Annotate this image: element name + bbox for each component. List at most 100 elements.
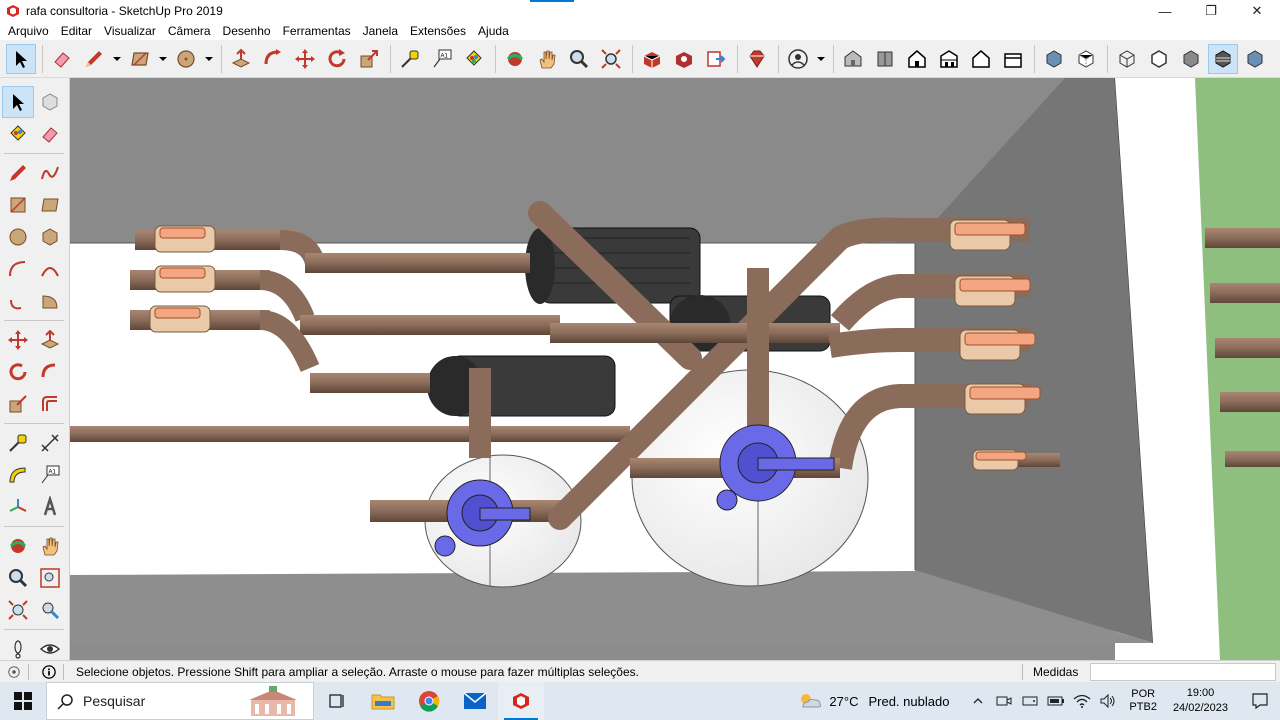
zoom-extents-tool[interactable]: [2, 594, 34, 626]
circle-tool-dropdown[interactable]: [203, 44, 215, 74]
zoom-tool[interactable]: [2, 562, 34, 594]
pan-tool-button[interactable]: [532, 44, 562, 74]
circle-tool-button[interactable]: [171, 44, 201, 74]
text-tool-button[interactable]: A1: [427, 44, 457, 74]
eraser-tool-button[interactable]: [47, 44, 77, 74]
valve-suction-2[interactable]: [154, 265, 216, 293]
file-explorer-button[interactable]: [360, 682, 406, 720]
input-language-button[interactable]: POR PTB2: [1129, 688, 1157, 714]
weather-temperature[interactable]: 27°C: [829, 694, 858, 709]
network-drive-button[interactable]: [1019, 682, 1041, 720]
circle-tool[interactable]: [2, 221, 34, 253]
push-pull-tool[interactable]: [34, 324, 66, 356]
menu-camera[interactable]: Câmera: [162, 24, 217, 38]
measurements-input[interactable]: [1090, 663, 1276, 681]
minimize-button[interactable]: —: [1142, 0, 1188, 22]
sketchup-taskbar-button[interactable]: [498, 682, 544, 720]
style-shaded-button[interactable]: [1176, 44, 1206, 74]
pie-tool[interactable]: [34, 285, 66, 317]
weather-description[interactable]: Pred. nublado: [868, 694, 949, 709]
battery-button[interactable]: [1045, 682, 1067, 720]
tape-measure-tool[interactable]: [2, 427, 34, 459]
close-button[interactable]: ✕: [1234, 0, 1280, 22]
line-tool-button[interactable]: [79, 44, 109, 74]
style-wireframe-button[interactable]: [1112, 44, 1142, 74]
select-tool-button[interactable]: [6, 43, 36, 74]
style-hidden-line-button[interactable]: [1144, 44, 1174, 74]
menu-janela[interactable]: Janela: [357, 24, 404, 38]
menu-visualizar[interactable]: Visualizar: [98, 24, 162, 38]
menu-arquivo[interactable]: Arquivo: [2, 24, 55, 38]
maximize-button[interactable]: ❐: [1188, 0, 1234, 22]
rotated-rectangle-tool[interactable]: [34, 189, 66, 221]
zoom-extents-tool-button[interactable]: [596, 44, 626, 74]
rotate-tool[interactable]: [2, 356, 34, 388]
orbit-tool[interactable]: [2, 530, 34, 562]
view-back-button[interactable]: [966, 44, 996, 74]
view-top-button[interactable]: [870, 44, 900, 74]
extension-warehouse-button[interactable]: [669, 44, 699, 74]
rectangle-tool-dropdown[interactable]: [157, 44, 169, 74]
view-right-button[interactable]: [934, 44, 964, 74]
freehand-tool[interactable]: [34, 157, 66, 189]
axes-tool[interactable]: [2, 491, 34, 523]
rectangle-tool[interactable]: [2, 189, 34, 221]
eraser-tool[interactable]: [34, 118, 66, 150]
geo-location-icon[interactable]: [6, 664, 22, 680]
move-tool-button[interactable]: [290, 44, 320, 74]
clock-button[interactable]: 19:00 24/02/2023: [1173, 686, 1228, 716]
menu-desenho[interactable]: Desenho: [217, 24, 277, 38]
extension-manager-button[interactable]: [742, 44, 772, 74]
layout-send-button[interactable]: [701, 44, 731, 74]
scale-tool[interactable]: [2, 388, 34, 420]
line-tool[interactable]: [2, 157, 34, 189]
style-xray-button[interactable]: [1039, 44, 1069, 74]
show-hidden-icons-button[interactable]: [967, 682, 989, 720]
zoom-tool-button[interactable]: [564, 44, 594, 74]
dimension-tool[interactable]: [34, 427, 66, 459]
view-front-button[interactable]: [902, 44, 932, 74]
meet-now-button[interactable]: [993, 682, 1015, 720]
paint-bucket-tool-button[interactable]: [459, 44, 489, 74]
pan-tool[interactable]: [34, 530, 66, 562]
account-dropdown[interactable]: [815, 44, 827, 74]
arc-tool[interactable]: [2, 253, 34, 285]
menu-editar[interactable]: Editar: [55, 24, 98, 38]
previous-view-tool[interactable]: [34, 594, 66, 626]
account-button[interactable]: [783, 44, 813, 74]
polygon-tool[interactable]: [34, 221, 66, 253]
valve-suction-3[interactable]: [149, 305, 211, 333]
taskbar-search-box[interactable]: Pesquisar: [46, 682, 314, 720]
style-back-edges-button[interactable]: [1071, 44, 1101, 74]
make-component-tool[interactable]: [34, 86, 66, 118]
text-tool[interactable]: A1: [34, 459, 66, 491]
follow-me-tool[interactable]: [34, 356, 66, 388]
menu-ajuda[interactable]: Ajuda: [472, 24, 515, 38]
select-tool[interactable]: [2, 86, 34, 118]
mail-button[interactable]: [452, 682, 498, 720]
push-pull-tool-button[interactable]: [226, 44, 256, 74]
rectangle-tool-button[interactable]: [125, 44, 155, 74]
three-point-arc-tool[interactable]: [2, 285, 34, 317]
valve-return-5[interactable]: [972, 449, 1027, 471]
paint-bucket-tool[interactable]: [2, 118, 34, 150]
start-button[interactable]: [0, 682, 46, 720]
3d-text-tool[interactable]: [34, 491, 66, 523]
volume-button[interactable]: [1097, 682, 1119, 720]
view-left-button[interactable]: [998, 44, 1028, 74]
chrome-button[interactable]: [406, 682, 452, 720]
move-tool[interactable]: [2, 324, 34, 356]
pump-motor-bottom[interactable]: [427, 355, 616, 417]
menu-ferramentas[interactable]: Ferramentas: [277, 24, 357, 38]
style-monochrome-button[interactable]: [1240, 44, 1270, 74]
rotate-tool-button[interactable]: [322, 44, 352, 74]
valve-suction-1[interactable]: [154, 225, 216, 253]
scale-tool-button[interactable]: [354, 44, 384, 74]
wifi-button[interactable]: [1071, 682, 1093, 720]
task-view-button[interactable]: [314, 682, 360, 720]
menu-extensoes[interactable]: Extensões: [404, 24, 472, 38]
offset-tool[interactable]: [34, 388, 66, 420]
zoom-window-tool[interactable]: [34, 562, 66, 594]
3d-warehouse-button[interactable]: [637, 44, 667, 74]
info-icon[interactable]: [41, 664, 57, 680]
